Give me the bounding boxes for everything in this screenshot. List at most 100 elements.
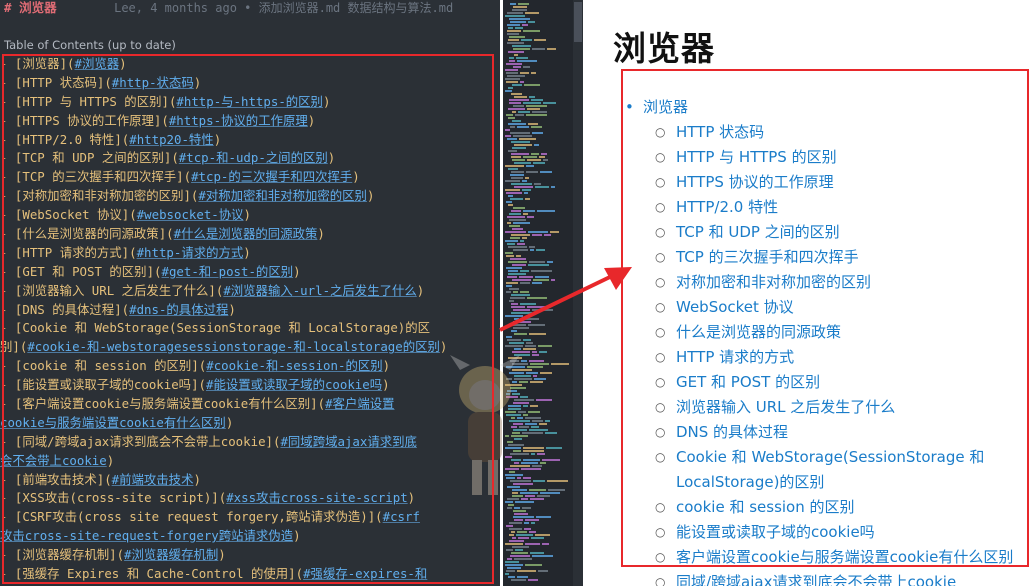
code-lines[interactable]: - [浏览器](#浏览器) - [HTTP 状态码](#http-状态码) - … <box>0 55 500 584</box>
minimap-line <box>505 189 520 191</box>
link-text: DNS 的具体过程 <box>22 301 115 317</box>
code-line[interactable]: - [TCP 的三次握手和四次挥手](#tcp-的三次握手和四次挥手) <box>0 168 500 187</box>
markdown-preview[interactable]: 浏览器 浏览器HTTP 状态码HTTP 与 HTTPS 的区别HTTPS 协议的… <box>583 0 1031 586</box>
minimap-line <box>523 348 536 350</box>
code-line[interactable]: - [强缓存 Expires 和 Cache-Control 的使用](#强缓存… <box>0 565 500 584</box>
code-line[interactable]: 会不会带上cookie) <box>0 452 500 471</box>
minimap-line <box>522 180 527 182</box>
code-line[interactable]: - [前端攻击技术](#前端攻击技术) <box>0 471 500 490</box>
minimap-line <box>510 555 530 557</box>
minimap-line <box>511 459 521 461</box>
code-line[interactable]: - [GET 和 POST 的区别](#get-和-post-的区别) <box>0 263 500 282</box>
toc-link[interactable]: DNS 的具体过程 <box>583 420 1031 445</box>
code-line[interactable]: - [HTTP/2.0 特性](#http20-特性) <box>0 131 500 150</box>
toc-link[interactable]: HTTP 与 HTTPS 的区别 <box>583 145 1031 170</box>
code-line[interactable]: - [DNS 的具体过程](#dns-的具体过程) <box>0 301 500 320</box>
minimap-line <box>507 222 511 224</box>
editor-scrollbar[interactable] <box>573 0 583 586</box>
editor-first-line[interactable]: # 浏览器 Lee, 4 months ago • 添加浏览器.md 数据结构与… <box>0 0 500 18</box>
markdown-syntax: ]( <box>96 74 112 90</box>
code-line[interactable]: - [对称加密和非对称加密的区别](#对称加密和非对称加密的区别) <box>0 187 500 206</box>
minimap-line <box>540 171 552 173</box>
code-line[interactable]: - [浏览器缓存机制](#浏览器缓存机制) <box>0 546 500 565</box>
code-line[interactable]: - [TCP 和 UDP 之间的区别](#tcp-和-udp-之间的区别) <box>0 149 500 168</box>
toc-link[interactable]: TCP 的三次握手和四次挥手 <box>583 245 1031 270</box>
minimap-line <box>512 84 522 86</box>
link-text: GET 和 POST 的区别 <box>22 263 147 279</box>
minimap-line <box>513 66 521 68</box>
toc-link[interactable]: LocalStorage)的区别 <box>583 470 1031 495</box>
link-text: 别 <box>0 339 13 355</box>
code-line[interactable]: - [cookie 和 session 的区别](#cookie-和-sessi… <box>0 357 500 376</box>
minimap-line <box>524 192 528 194</box>
link-anchor: #http-请求的方式 <box>136 244 244 260</box>
minimap-line <box>513 105 524 107</box>
code-line[interactable]: - [浏览器输入 URL 之后发生了什么](#浏览器输入-url-之后发生了什么… <box>0 282 500 301</box>
toc-link[interactable]: Cookie 和 WebStorage(SessionStorage 和 <box>583 445 1031 470</box>
minimap-line <box>523 213 528 215</box>
code-line[interactable]: - [Cookie 和 WebStorage(SessionStorage 和 … <box>0 319 500 338</box>
code-line[interactable]: - [客户端设置cookie与服务端设置cookie有什么区别](#客户端设置 <box>0 395 500 414</box>
minimap-line <box>509 420 530 422</box>
code-line[interactable]: - [WebSocket 协议](#websocket-协议) <box>0 206 500 225</box>
toc-link[interactable]: GET 和 POST 的区别 <box>583 370 1031 395</box>
minimap-line <box>514 513 528 515</box>
markdown-syntax: ]( <box>211 490 227 506</box>
markdown-syntax: ]( <box>158 226 174 242</box>
toc-link[interactable]: 对称加密和非对称加密的区别 <box>583 270 1031 295</box>
toc-link[interactable]: HTTP/2.0 特性 <box>583 195 1031 220</box>
link-text: HTTP 状态码 <box>22 74 97 90</box>
markdown-syntax: - <box>0 282 15 298</box>
minimap-line <box>513 450 521 452</box>
toc-link[interactable]: HTTP 请求的方式 <box>583 345 1031 370</box>
minimap-line <box>505 501 513 503</box>
minimap-line <box>534 39 546 41</box>
toc-link[interactable]: 浏览器 <box>583 95 1031 120</box>
code-line[interactable]: - [HTTPS 协议的工作原理](#https-协议的工作原理) <box>0 112 500 131</box>
toc-link[interactable]: 客户端设置cookie与服务端设置cookie有什么区别 <box>583 545 1031 570</box>
minimap-line <box>512 393 520 395</box>
minimap-line <box>507 12 523 14</box>
minimap-line <box>512 492 518 494</box>
toc-link[interactable]: HTTP 状态码 <box>583 120 1031 145</box>
link-anchor: #websocket-协议 <box>136 207 244 223</box>
code-line[interactable]: - [HTTP 状态码](#http-状态码) <box>0 74 500 93</box>
minimap-line <box>517 243 525 245</box>
toc-link[interactable]: HTTPS 协议的工作原理 <box>583 170 1031 195</box>
editor-minimap[interactable] <box>503 0 573 586</box>
markdown-syntax: ]( <box>109 547 125 563</box>
toc-link[interactable]: 能设置或读取子域的cookie吗 <box>583 520 1031 545</box>
minimap-line <box>551 186 555 188</box>
code-line[interactable]: 攻击cross-site-request-forgery跨站请求伪造) <box>0 527 500 546</box>
minimap-line <box>509 528 522 530</box>
minimap-line <box>510 453 529 455</box>
code-line[interactable]: - [能设置或读取子域的cookie吗](#能设置或读取子域的cookie吗) <box>0 376 500 395</box>
code-line[interactable]: - [CSRF攻击(cross site request forgery,跨站请… <box>0 508 500 527</box>
toc-link[interactable]: 什么是浏览器的同源政策 <box>583 320 1031 345</box>
toc-link[interactable]: 同域/跨域ajax请求到底会不会带上cookie <box>583 570 1031 586</box>
minimap-line <box>511 294 530 296</box>
minimap-line <box>521 318 539 320</box>
markdown-editor[interactable]: # 浏览器 Lee, 4 months ago • 添加浏览器.md 数据结构与… <box>0 0 500 586</box>
toc-link[interactable]: cookie 和 session 的区别 <box>583 495 1031 520</box>
code-line[interactable]: - [XSS攻击(cross-site script)](#xss攻击cross… <box>0 489 500 508</box>
minimap-line <box>509 60 515 62</box>
toc-link[interactable]: WebSocket 协议 <box>583 295 1031 320</box>
code-line[interactable]: - [什么是浏览器的同源政策](#什么是浏览器的同源政策) <box>0 225 500 244</box>
minimap-line <box>528 411 540 413</box>
code-line[interactable]: 别](#cookie-和-webstoragesessionstorage-和-… <box>0 338 500 357</box>
minimap-line <box>505 231 526 233</box>
minimap-line <box>514 399 534 401</box>
link-anchor: #get-和-post-的区别 <box>161 263 294 279</box>
toc-link[interactable]: TCP 和 UDP 之间的区别 <box>583 220 1031 245</box>
code-line[interactable]: - [HTTP 与 HTTPS 的区别](#http-与-https-的区别) <box>0 93 500 112</box>
scrollbar-thumb[interactable] <box>574 2 582 42</box>
link-text: XSS攻击(cross-site script) <box>22 490 212 506</box>
minimap-line <box>525 495 535 497</box>
code-line[interactable]: - [浏览器](#浏览器) <box>0 55 500 74</box>
code-line[interactable]: - [同域/跨域ajax请求到底会不会带上cookie](#同域跨域ajax请求… <box>0 433 500 452</box>
code-line[interactable]: - [HTTP 请求的方式](#http-请求的方式) <box>0 244 500 263</box>
minimap-line <box>506 72 518 74</box>
toc-link[interactable]: 浏览器输入 URL 之后发生了什么 <box>583 395 1031 420</box>
code-line[interactable]: cookie与服务端设置cookie有什么区别) <box>0 414 500 433</box>
